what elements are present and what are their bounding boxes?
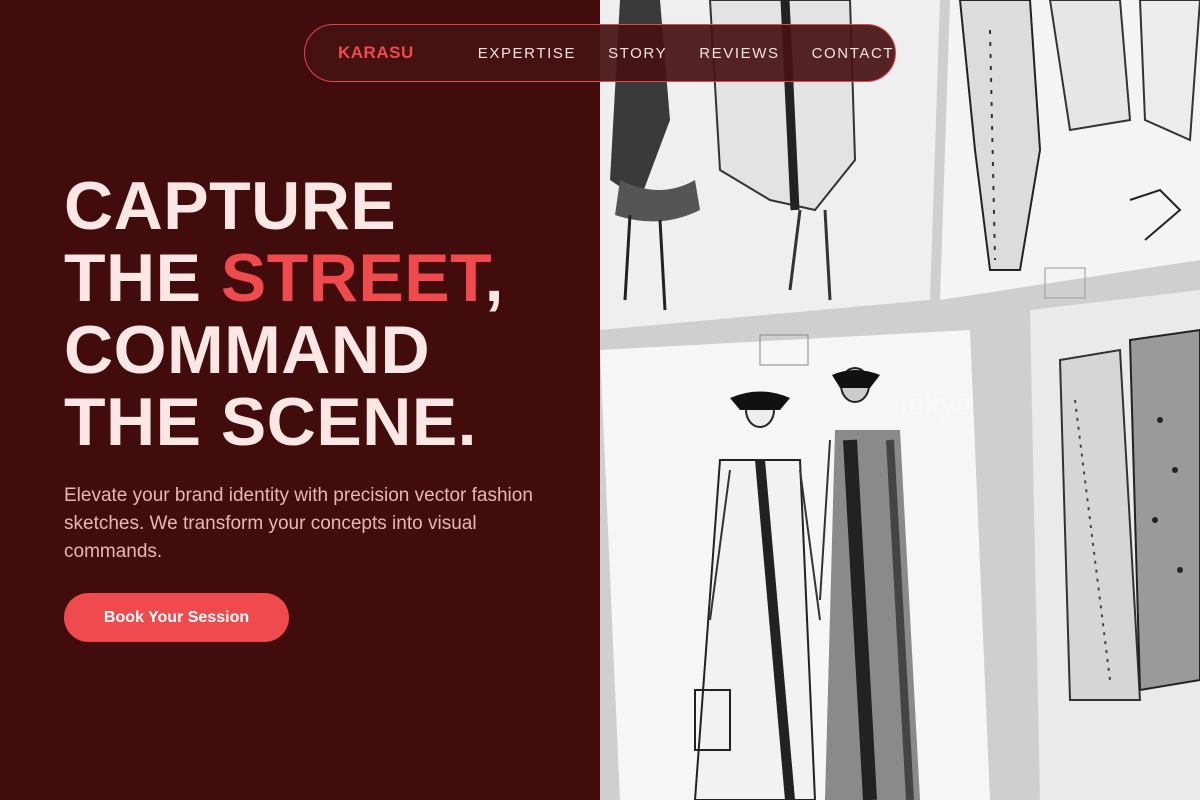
nav-link-story[interactable]: STORY — [608, 45, 667, 62]
fashion-sketches-illustration: tokyo — [600, 0, 1200, 800]
headline-line-1: CAPTURE — [64, 168, 397, 244]
nav-link-contact[interactable]: CONTACT — [812, 45, 895, 62]
image-watermark: tokyo — [900, 388, 972, 421]
headline-accent-word: STREET — [220, 240, 485, 316]
nav-link-expertise[interactable]: EXPERTISE — [478, 45, 576, 62]
headline-line-2-suffix: , — [484, 240, 505, 316]
headline-line-4: THE SCENE. — [64, 384, 478, 460]
headline-line-2-prefix: THE — [64, 240, 221, 316]
hero-headline: CAPTURE THE STREET, COMMAND THE SCENE. — [64, 170, 504, 458]
fashion-sketches-image: tokyo — [600, 0, 1200, 800]
headline-line-3: COMMAND — [64, 312, 431, 388]
brand-logo[interactable]: KARASU — [338, 43, 414, 63]
hero-subtitle: Elevate your brand identity with precisi… — [64, 485, 533, 562]
hero-panel: CAPTURE THE STREET, COMMAND THE SCENE. E… — [0, 0, 600, 800]
nav-link-reviews[interactable]: REVIEWS — [699, 45, 779, 62]
book-session-button[interactable]: Book Your Session — [64, 593, 289, 642]
top-navigation: KARASU EXPERTISE STORY REVIEWS CONTACT — [304, 24, 896, 82]
